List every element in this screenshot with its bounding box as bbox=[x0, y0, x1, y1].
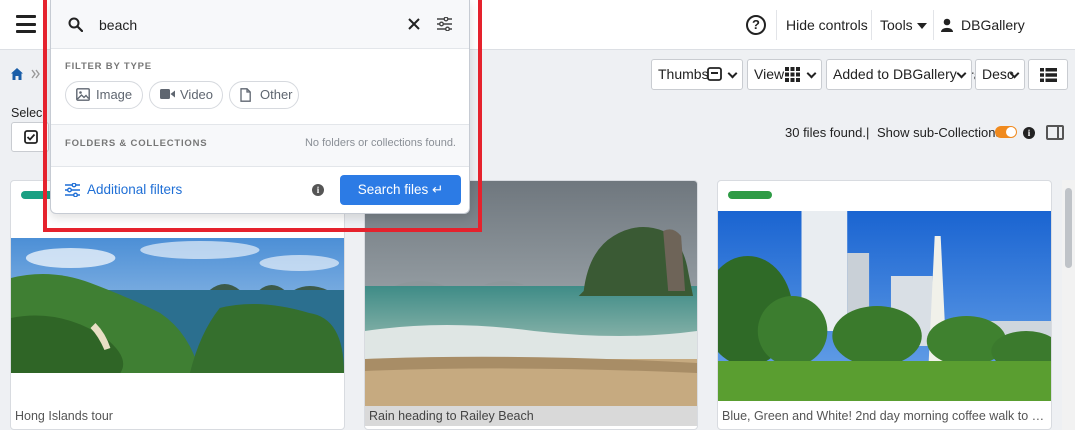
menu-icon[interactable] bbox=[16, 15, 36, 33]
list-icon bbox=[1040, 68, 1057, 82]
sort-dropdown[interactable]: Added to DBGallery bbox=[826, 59, 972, 90]
user-icon bbox=[941, 18, 953, 32]
select-label: Selec bbox=[11, 106, 43, 120]
home-icon[interactable] bbox=[11, 68, 23, 80]
folders-empty-message: No folders or collections found. bbox=[304, 137, 456, 149]
thumbs-dropdown[interactable]: Thumbs bbox=[651, 59, 743, 90]
chevron-down-icon bbox=[727, 68, 738, 79]
thumbnail-image bbox=[365, 181, 697, 406]
select-all-button[interactable] bbox=[11, 122, 49, 152]
search-files-button[interactable]: Search files ↵ bbox=[340, 175, 461, 205]
type-chip-label: Image bbox=[96, 87, 133, 102]
search-icon bbox=[68, 17, 83, 32]
image-icon bbox=[76, 88, 90, 101]
separator: | bbox=[866, 125, 870, 140]
view-label: View bbox=[754, 66, 785, 82]
additional-filters-link[interactable]: Additional filters bbox=[65, 182, 182, 197]
checkbox-icon bbox=[24, 130, 38, 144]
type-chip-label: Other bbox=[260, 87, 293, 102]
clear-icon[interactable] bbox=[408, 18, 420, 30]
chevron-down-icon bbox=[806, 68, 817, 79]
search-bar bbox=[51, 0, 469, 49]
thumbs-label: Thumbs bbox=[658, 66, 709, 82]
tools-menu[interactable]: Tools bbox=[880, 0, 927, 50]
folders-collections-heading: FOLDERS & COLLECTIONS bbox=[65, 138, 208, 149]
hide-controls-button[interactable]: Hide controls bbox=[786, 0, 868, 50]
show-subcollections-toggle[interactable] bbox=[995, 126, 1017, 138]
folders-section: FOLDERS & COLLECTIONS No folders or coll… bbox=[51, 125, 469, 167]
file-icon bbox=[240, 88, 251, 102]
show-subcollections-label: Show sub-Collections bbox=[877, 125, 1003, 140]
file-card[interactable]: Rain heading to Railey Beach bbox=[364, 180, 698, 430]
search-input[interactable] bbox=[99, 15, 399, 35]
file-caption: Rain heading to Railey Beach bbox=[369, 409, 534, 423]
user-menu[interactable]: DBGallery Training bbox=[961, 0, 1075, 83]
tools-label: Tools bbox=[880, 17, 913, 33]
scrollbar[interactable] bbox=[1062, 180, 1075, 430]
divider bbox=[933, 10, 934, 40]
sort-label: Added to DBGallery bbox=[833, 66, 957, 82]
filter-by-type-heading: FILTER BY TYPE bbox=[65, 61, 152, 72]
grid-icon bbox=[785, 67, 800, 82]
divider bbox=[51, 166, 469, 167]
tag-indicator bbox=[728, 191, 772, 199]
breadcrumb-chevron-icon bbox=[31, 69, 40, 79]
type-chip-other[interactable]: Other bbox=[229, 81, 299, 109]
side-panel-icon[interactable] bbox=[1046, 125, 1064, 140]
thumbnail-image bbox=[11, 238, 344, 373]
filter-settings-icon[interactable] bbox=[437, 17, 452, 31]
caret-down-icon bbox=[916, 23, 927, 30]
info-icon[interactable]: i bbox=[1023, 127, 1035, 139]
chevron-down-icon bbox=[956, 68, 967, 79]
divider bbox=[776, 10, 777, 40]
files-found-count: 30 files found. bbox=[785, 125, 866, 140]
file-caption: Hong Islands tour bbox=[15, 409, 113, 423]
type-chip-image[interactable]: Image bbox=[65, 81, 143, 109]
divider bbox=[871, 10, 872, 40]
file-caption: Blue, Green and White! 2nd day morning c… bbox=[722, 409, 1047, 423]
thumbnail-icon bbox=[707, 67, 722, 81]
video-icon bbox=[160, 89, 175, 99]
file-card[interactable]: Blue, Green and White! 2nd day morning c… bbox=[717, 180, 1052, 430]
search-popup: FILTER BY TYPE Image Video Other FOLDERS… bbox=[50, 0, 470, 214]
info-icon[interactable]: i bbox=[312, 184, 324, 196]
additional-filters-label: Additional filters bbox=[87, 182, 183, 197]
sliders-icon bbox=[65, 183, 80, 197]
help-icon[interactable]: ? bbox=[746, 15, 766, 35]
file-card[interactable]: Hong Islands tour bbox=[10, 180, 345, 430]
type-chip-label: Video bbox=[180, 87, 214, 102]
order-dropdown[interactable]: Desc bbox=[975, 59, 1025, 90]
view-dropdown[interactable]: View bbox=[747, 59, 822, 90]
list-view-button[interactable] bbox=[1028, 59, 1068, 90]
thumbnail-image bbox=[718, 211, 1051, 401]
type-chip-video[interactable]: Video bbox=[149, 81, 223, 109]
